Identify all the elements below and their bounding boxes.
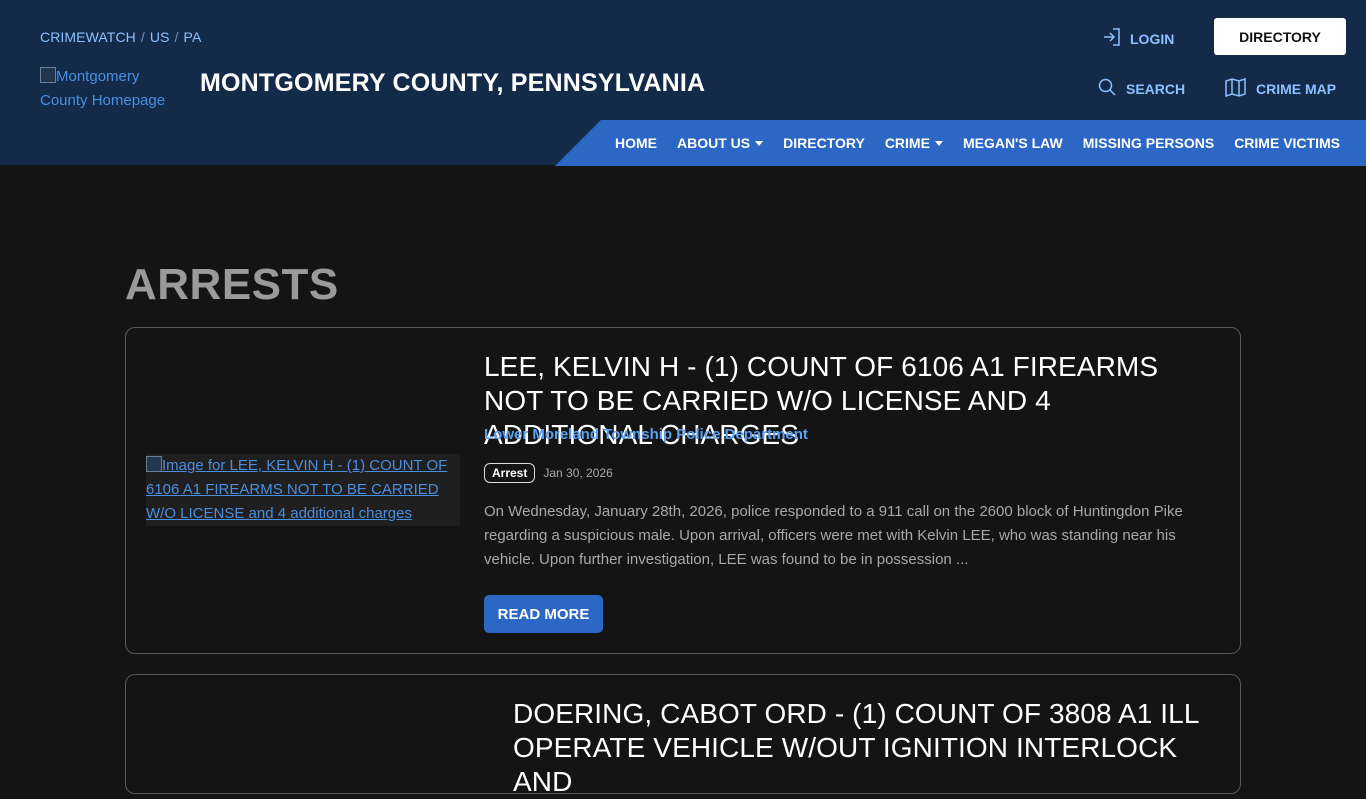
- broken-image-icon: [40, 67, 56, 83]
- post-title[interactable]: DOERING, CABOT ORD - (1) COUNT OF 3808 A…: [513, 697, 1213, 799]
- directory-button[interactable]: DIRECTORY: [1214, 18, 1346, 55]
- main-nav: HOME ABOUT US DIRECTORY CRIME MEGAN'S LA…: [555, 120, 1366, 166]
- read-more-button[interactable]: READ MORE: [484, 595, 603, 633]
- post-meta: Arrest Jan 30, 2026: [484, 463, 613, 483]
- nav-item-home[interactable]: HOME: [615, 135, 657, 151]
- breadcrumb: CRIMEWATCH / US / PA: [40, 29, 201, 45]
- nav-item-directory[interactable]: DIRECTORY: [783, 135, 865, 151]
- breadcrumb-us[interactable]: US: [150, 29, 170, 45]
- site-title[interactable]: MONTGOMERY COUNTY, PENNSYLVANIA: [200, 69, 705, 98]
- nav-item-crime-victims[interactable]: CRIME VICTIMS: [1234, 135, 1340, 151]
- breadcrumb-separator: /: [174, 29, 179, 45]
- crime-map-link[interactable]: CRIME MAP: [1225, 77, 1337, 100]
- nav-item-crime[interactable]: CRIME: [885, 135, 943, 151]
- breadcrumb-pa[interactable]: PA: [184, 29, 202, 45]
- map-icon: [1225, 77, 1246, 100]
- county-logo-link[interactable]: Montgomery County Homepage: [40, 65, 190, 113]
- site-header: CRIMEWATCH / US / PA Montgomery County Homep…: [0, 0, 1366, 166]
- nav-item-about-us[interactable]: ABOUT US: [677, 135, 764, 151]
- post-excerpt: On Wednesday, January 28th, 2026, police…: [484, 503, 1183, 568]
- nav-label: DIRECTORY: [783, 135, 865, 151]
- post-card: DOERING, CABOT ORD - (1) COUNT OF 3808 A…: [125, 674, 1241, 797]
- search-icon: [1098, 78, 1116, 99]
- broken-image-icon: [146, 456, 162, 472]
- login-link[interactable]: LOGIN: [1102, 27, 1174, 50]
- breadcrumb-crimewatch[interactable]: CRIMEWATCH: [40, 29, 136, 45]
- post-category-badge: Arrest: [484, 463, 536, 483]
- nav-label: MEGAN'S LAW: [962, 135, 1063, 151]
- page-title: ARRESTS: [125, 260, 339, 309]
- nav-label: ABOUT US: [677, 135, 751, 151]
- caret-down-icon: [755, 140, 764, 146]
- nav-label: HOME: [615, 135, 657, 151]
- crime-map-label: CRIME MAP: [1256, 81, 1337, 97]
- nav-item-missing-persons[interactable]: MISSING PERSONS: [1083, 135, 1214, 151]
- login-label: LOGIN: [1130, 30, 1175, 47]
- search-label: SEARCH: [1126, 80, 1186, 97]
- nav-label: MISSING PERSONS: [1082, 135, 1215, 151]
- post-image-alt: Image for LEE, KELVIN H - (1) COUNT OF 6…: [146, 457, 448, 522]
- nav-item-megans-law[interactable]: MEGAN'S LAW: [963, 135, 1063, 151]
- post-image-link[interactable]: Image for LEE, KELVIN H - (1) COUNT OF 6…: [146, 454, 460, 526]
- login-icon: [1102, 27, 1122, 50]
- caret-down-icon: [934, 140, 943, 146]
- nav-label: CRIME VICTIMS: [1234, 135, 1340, 151]
- post-date: Jan 30, 2026: [543, 466, 613, 480]
- breadcrumb-separator: /: [140, 29, 145, 45]
- post-card: Image for LEE, KELVIN H - (1) COUNT OF 6…: [125, 327, 1241, 654]
- nav-label: CRIME: [884, 135, 930, 151]
- search-link[interactable]: SEARCH: [1098, 78, 1185, 99]
- logo-alt-text: Montgomery County Homepage: [40, 68, 166, 109]
- post-agency-link[interactable]: Lower Moreland Township Police Departmen…: [484, 426, 808, 443]
